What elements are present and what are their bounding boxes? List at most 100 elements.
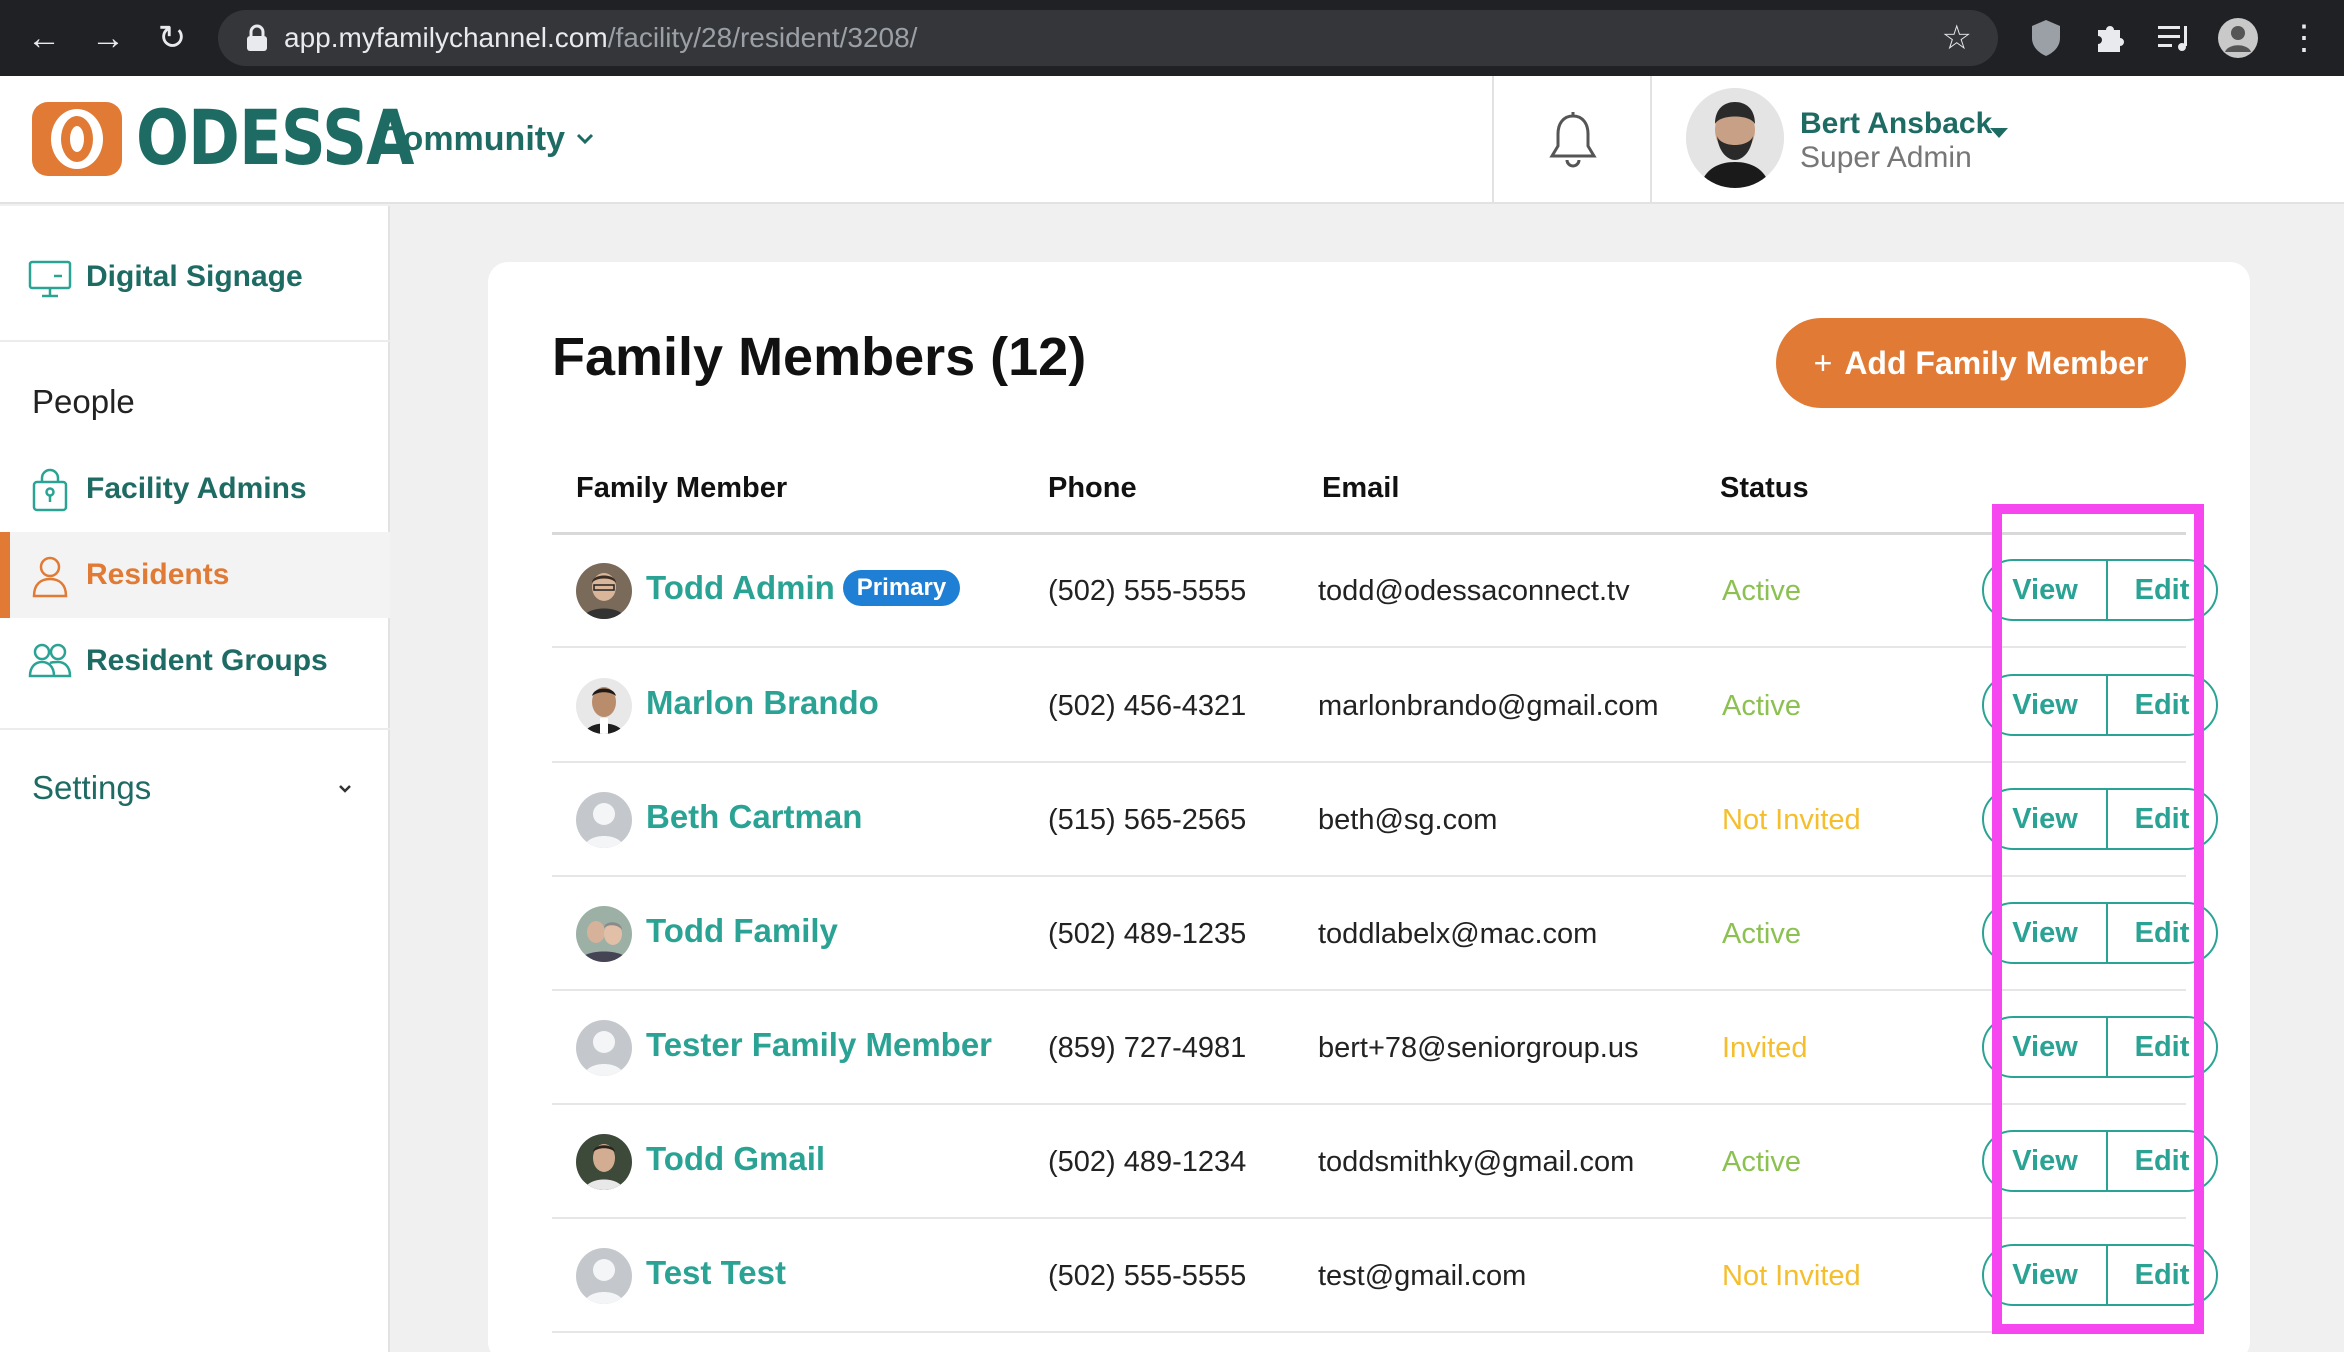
sidebar-item-facility-admins[interactable]: Facility Admins <box>0 446 390 532</box>
member-name-link[interactable]: Todd Gmail <box>646 1136 825 1182</box>
status-badge: Invited <box>1722 1032 1808 1064</box>
status-badge: Active <box>1722 918 1801 950</box>
member-name-link[interactable]: Todd Admin Primary <box>646 565 961 611</box>
member-avatar[interactable] <box>576 1134 632 1190</box>
view-button[interactable]: View <box>1984 790 2108 848</box>
sidebar-item-digital-signage[interactable]: Digital Signage <box>0 234 390 320</box>
table-row: Todd Gmail (502) 489-1234 toddsmithky@gm… <box>552 1106 2218 1219</box>
browser-chrome: ← → ↻ app.myfamilychannel.com/facility/2… <box>0 0 2344 76</box>
sidebar-item-residents[interactable]: Residents <box>0 532 390 618</box>
header-divider <box>1492 76 1494 204</box>
app-header: ODESSA Community Bert Ansback Super Admi… <box>0 76 2344 204</box>
member-phone: (515) 565-2565 <box>1048 804 1247 836</box>
logo-text[interactable]: ODESSA <box>136 96 414 180</box>
shield-extension-icon[interactable] <box>2024 16 2068 60</box>
monitor-icon <box>28 260 72 298</box>
chevron-down-icon[interactable] <box>334 778 356 800</box>
address-bar[interactable]: app.myfamilychannel.com/facility/28/resi… <box>218 10 1998 66</box>
member-avatar-placeholder[interactable] <box>576 1248 632 1304</box>
status-badge: Active <box>1722 690 1801 722</box>
chevron-down-icon[interactable] <box>572 126 598 152</box>
member-name: Tester Family Member <box>646 1026 993 1063</box>
member-name-link[interactable]: Marlon Brando <box>646 680 879 726</box>
back-icon[interactable]: ← <box>20 14 68 62</box>
community-dropdown[interactable]: Community <box>378 116 565 162</box>
view-button[interactable]: View <box>1984 676 2108 734</box>
member-phone: (502) 456-4321 <box>1048 690 1247 722</box>
member-phone: (502) 489-1235 <box>1048 918 1247 950</box>
table-row: Marlon Brando (502) 456-4321 marlonbrand… <box>552 650 2218 763</box>
view-button[interactable]: View <box>1984 1246 2108 1304</box>
row-actions: View Edit <box>1982 902 2218 964</box>
row-actions: View Edit <box>1982 788 2218 850</box>
sidebar-item-resident-groups[interactable]: Resident Groups <box>0 618 390 704</box>
member-name: Beth Cartman <box>646 798 863 835</box>
person-icon <box>32 556 68 598</box>
row-actions: View Edit <box>1982 1016 2218 1078</box>
view-button[interactable]: View <box>1984 1132 2108 1190</box>
column-header-phone: Phone <box>1048 472 1137 504</box>
plus-icon: + <box>1813 345 1833 381</box>
edit-button[interactable]: Edit <box>2108 1246 2216 1304</box>
primary-badge: Primary <box>842 570 961 606</box>
puzzle-extension-icon[interactable] <box>2088 16 2132 60</box>
user-avatar[interactable] <box>1686 88 1784 188</box>
add-family-member-label: Add Family Member <box>1844 345 2149 381</box>
table-row: Test Test (502) 555-5555 test@gmail.com … <box>552 1220 2218 1333</box>
view-button[interactable]: View <box>1984 904 2108 962</box>
row-actions: View Edit <box>1982 1244 2218 1306</box>
media-queue-icon[interactable] <box>2152 16 2196 60</box>
add-family-member-button[interactable]: + Add Family Member <box>1776 318 2186 408</box>
member-name: Todd Gmail <box>646 1140 826 1177</box>
edit-button[interactable]: Edit <box>2108 1018 2216 1076</box>
bell-icon[interactable] <box>1546 110 1600 170</box>
sidebar: Digital Signage People Facility Admins R… <box>0 206 390 1352</box>
table-row: Todd Family (502) 489-1235 toddlabelx@ma… <box>552 878 2218 991</box>
family-members-card: Family Members (12) + Add Family Member F… <box>488 262 2250 1352</box>
reload-icon[interactable]: ↻ <box>148 14 196 62</box>
edit-button[interactable]: Edit <box>2108 1132 2216 1190</box>
status-badge: Not Invited <box>1722 1260 1861 1292</box>
member-email: test@gmail.com <box>1318 1260 1527 1292</box>
sidebar-section-heading: People <box>32 383 135 420</box>
member-avatar-placeholder[interactable] <box>576 792 632 848</box>
member-email: todd@odessaconnect.tv <box>1318 575 1630 607</box>
member-phone: (502) 555-5555 <box>1048 575 1247 607</box>
header-divider <box>1650 76 1652 204</box>
forward-icon[interactable]: → <box>84 14 132 62</box>
member-name-link[interactable]: Beth Cartman <box>646 794 862 840</box>
member-name-link[interactable]: Todd Family <box>646 908 838 954</box>
odessa-logo-icon[interactable] <box>30 100 124 178</box>
member-avatar[interactable] <box>576 563 632 619</box>
row-actions: View Edit <box>1982 1130 2218 1192</box>
view-button[interactable]: View <box>1984 561 2108 619</box>
member-name: Todd Admin <box>646 569 835 606</box>
caret-down-icon[interactable] <box>1990 128 2008 138</box>
member-name-link[interactable]: Test Test <box>646 1250 786 1296</box>
page-title: Family Members (12) <box>552 327 1087 387</box>
member-avatar[interactable] <box>576 906 632 962</box>
column-header-member: Family Member <box>576 472 788 504</box>
edit-button[interactable]: Edit <box>2108 904 2216 962</box>
member-name-link[interactable]: Tester Family Member <box>646 1022 992 1068</box>
star-icon[interactable]: ☆ <box>1942 18 1972 58</box>
edit-button[interactable]: Edit <box>2108 561 2216 619</box>
status-badge: Active <box>1722 575 1801 607</box>
member-avatar[interactable] <box>576 678 632 734</box>
column-header-status: Status <box>1720 472 1809 504</box>
sidebar-divider <box>0 340 390 342</box>
member-phone: (502) 489-1234 <box>1048 1146 1247 1178</box>
edit-button[interactable]: Edit <box>2108 676 2216 734</box>
edit-button[interactable]: Edit <box>2108 790 2216 848</box>
kebab-menu-icon[interactable]: ⋮ <box>2280 14 2328 62</box>
member-phone: (502) 555-5555 <box>1048 1260 1247 1292</box>
profile-avatar-icon[interactable] <box>2216 16 2260 60</box>
sidebar-divider <box>0 728 390 730</box>
sidebar-item-label: Resident Groups <box>86 644 328 677</box>
sidebar-item-settings[interactable]: Settings <box>32 766 151 810</box>
member-name: Test Test <box>646 1254 786 1291</box>
member-avatar-placeholder[interactable] <box>576 1020 632 1076</box>
view-button[interactable]: View <box>1984 1018 2108 1076</box>
member-email: toddlabelx@mac.com <box>1318 918 1598 950</box>
status-badge: Not Invited <box>1722 804 1861 836</box>
